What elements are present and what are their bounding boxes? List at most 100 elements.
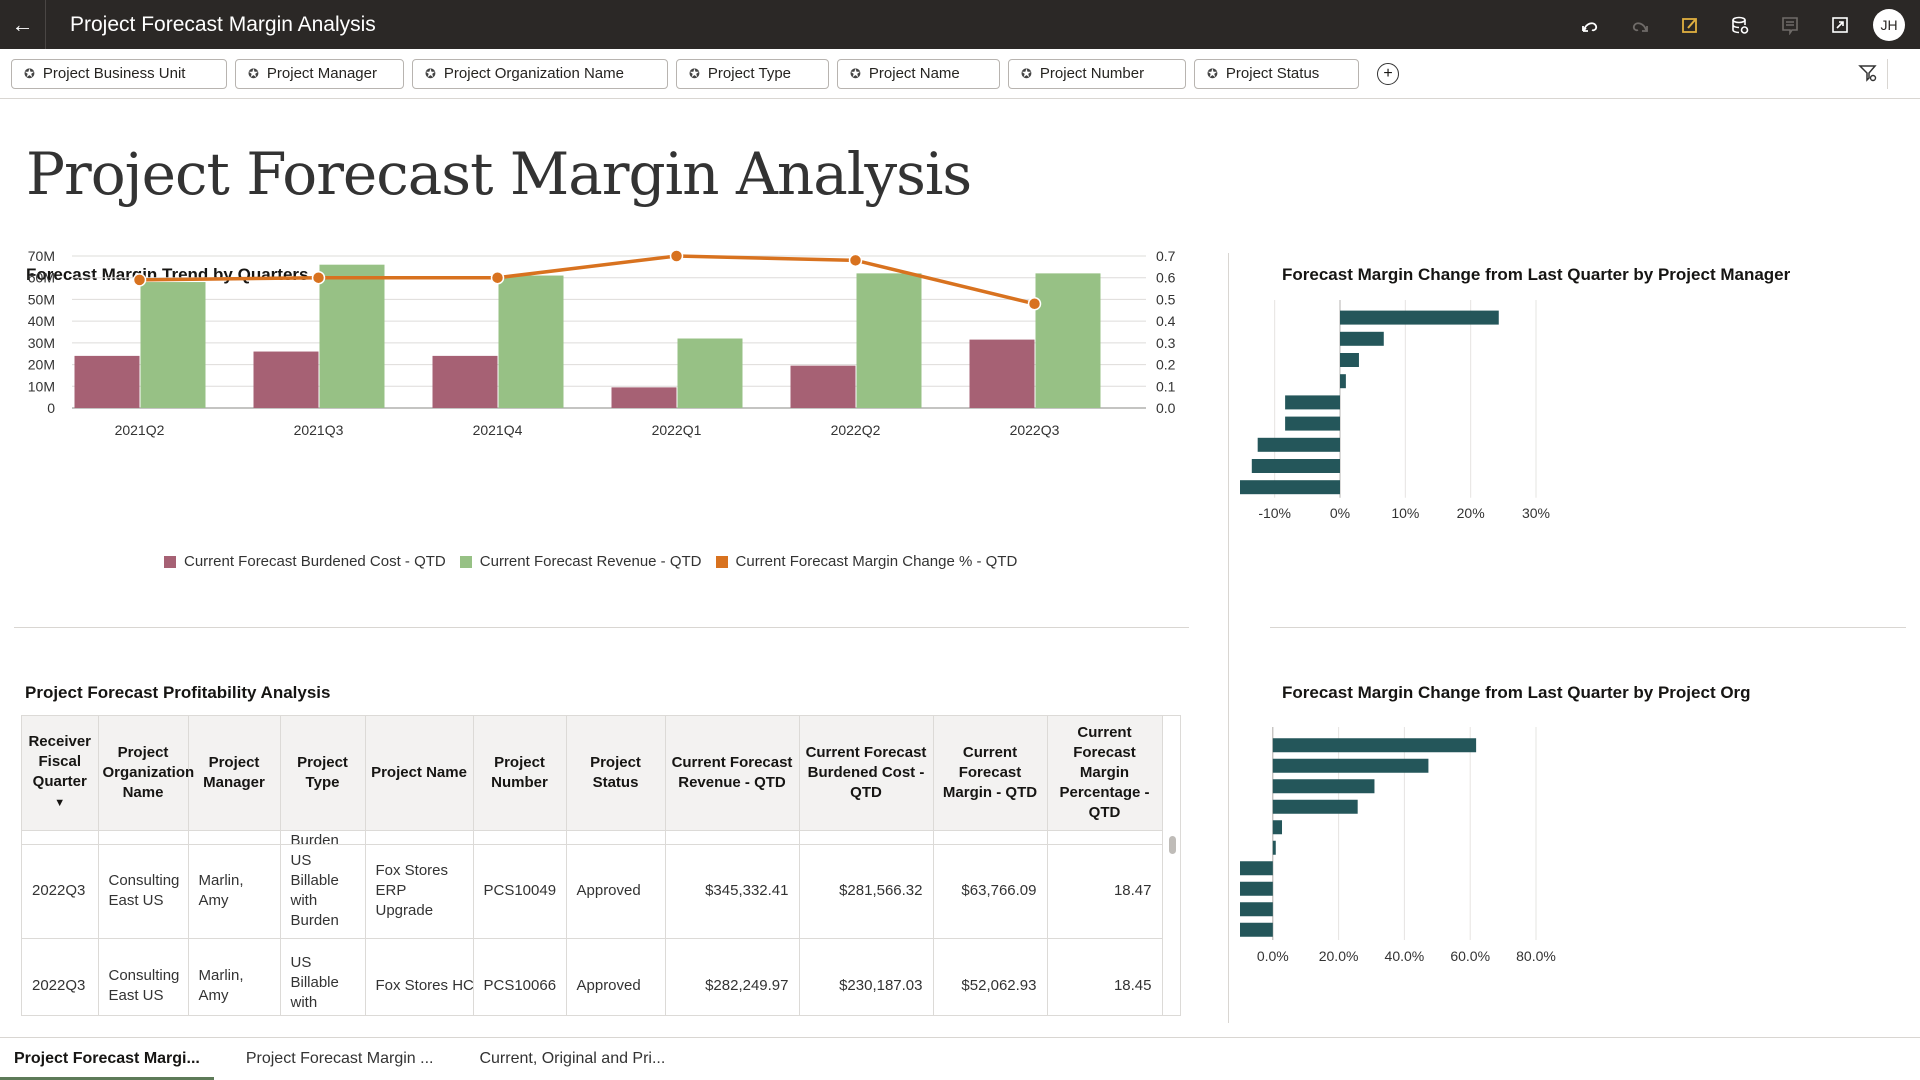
bar [1340, 331, 1384, 346]
column-header[interactable]: Current Forecast Revenue - QTD [665, 716, 800, 831]
pin-icon: ✪ [248, 65, 259, 81]
profitability-table: Receiver Fiscal Quarter ▼ Project Organi… [21, 715, 1181, 1016]
legend-item-margin[interactable]: Current Forecast Margin Change % - QTD [715, 553, 1017, 570]
edit-button[interactable] [1665, 0, 1715, 49]
bar-burdened-cost [790, 365, 856, 408]
app-header: ← Project Forecast Margin Analysis JH [0, 0, 1920, 49]
column-header[interactable]: Current Forecast Burdened Cost - QTD [799, 716, 934, 831]
column-header[interactable]: Project Manager [188, 716, 281, 831]
legend-item-revenue[interactable]: Current Forecast Revenue - QTD [459, 553, 702, 570]
x-tick-label: 30% [1522, 505, 1550, 521]
bar [1272, 799, 1358, 814]
bar-revenue [140, 282, 206, 408]
filter-icon [1858, 65, 1877, 82]
column-header[interactable]: Project Number [473, 716, 567, 831]
comments-button[interactable] [1765, 0, 1815, 49]
tab-3[interactable]: Current, Original and Pri... [465, 1038, 679, 1080]
filter-project-organization-name[interactable]: ✪ Project Organization Name [412, 58, 668, 89]
table-row[interactable]: 2022Q3 Consulting East US Marlin, Amy US… [22, 844, 1163, 939]
margin-change-point [1027, 297, 1042, 311]
export-icon [1832, 16, 1848, 33]
filter-project-name[interactable]: ✪ Project Name [837, 58, 1000, 89]
undo-button[interactable] [1565, 0, 1615, 49]
bar [1240, 902, 1273, 917]
filter-project-status[interactable]: ✪ Project Status [1194, 58, 1359, 89]
column-header[interactable]: Current Forecast Margin Percentage - QTD [1047, 716, 1163, 831]
redo-button[interactable] [1615, 0, 1665, 49]
tab-2[interactable]: Project Forecast Margin ... [232, 1038, 448, 1080]
column-header[interactable]: Current Forecast Margin - QTD [933, 716, 1048, 831]
column-header[interactable]: Receiver Fiscal Quarter ▼ [22, 716, 99, 831]
table-header-row: Receiver Fiscal Quarter ▼ Project Organi… [22, 716, 1163, 831]
legend-swatch-cost [164, 555, 176, 568]
filter-project-manager[interactable]: ✪ Project Manager [235, 58, 404, 89]
x-tick-label: 2021Q4 [473, 422, 523, 438]
x-tick-label: 20.0% [1319, 948, 1359, 964]
arrow-left-icon: ← [11, 11, 34, 37]
bar [1240, 480, 1340, 495]
x-tick-label: 60.0% [1450, 948, 1490, 964]
bar-burdened-cost [74, 355, 140, 408]
pin-icon: ✪ [850, 65, 861, 81]
y-right-tick-label: 0.2 [1156, 357, 1176, 373]
x-tick-label: 2022Q1 [652, 422, 702, 438]
add-filter-button[interactable]: + [1377, 62, 1399, 85]
divider [1887, 59, 1888, 89]
page-title: Project Forecast Margin Analysis [26, 140, 972, 208]
x-tick-label: 2022Q3 [1010, 422, 1060, 438]
x-tick-label: 0% [1330, 505, 1350, 521]
filter-project-number[interactable]: ✪ Project Number [1008, 58, 1186, 89]
bar-revenue [498, 275, 564, 408]
y-right-tick-label: 0.7 [1156, 248, 1176, 264]
sort-desc-icon[interactable]: ▼ [54, 797, 65, 809]
bar [1285, 395, 1340, 410]
y-left-tick-label: 60M [28, 270, 55, 286]
margin-change-point [132, 273, 147, 287]
filter-button[interactable] [1858, 63, 1878, 88]
column-header[interactable]: Project Type [280, 716, 366, 831]
column-divider [1228, 253, 1229, 1023]
bar [1340, 310, 1499, 325]
bar-burdened-cost [611, 387, 677, 408]
margin-change-point [311, 270, 326, 285]
legend-item-cost[interactable]: Current Forecast Burdened Cost - QTD [164, 553, 446, 570]
x-tick-label: 20% [1457, 505, 1485, 521]
canvas-tabs: Project Forecast Margi... Project Foreca… [0, 1037, 1920, 1080]
filter-project-business-unit[interactable]: ✪ Project Business Unit [11, 58, 227, 89]
user-avatar[interactable]: JH [1873, 8, 1905, 41]
table-row[interactable]: Burden [22, 830, 1163, 845]
x-tick-label: -10% [1258, 505, 1291, 521]
y-right-tick-label: 0.1 [1156, 378, 1176, 394]
pin-icon: ✪ [425, 65, 436, 81]
legend-swatch-margin [715, 555, 728, 568]
bar [1272, 779, 1375, 794]
y-left-tick-label: 30M [28, 335, 55, 351]
y-left-tick-label: 40M [28, 313, 55, 329]
x-tick-label: 2021Q2 [115, 422, 165, 438]
y-right-tick-label: 0.0 [1156, 400, 1176, 416]
table-row[interactable]: 2022Q3 Consulting East US Marlin, Amy US… [22, 938, 1163, 1015]
undo-icon [1582, 21, 1598, 32]
bar-revenue [677, 338, 743, 408]
column-header[interactable]: Project Name [365, 716, 474, 831]
column-header[interactable]: Project Status [566, 716, 666, 831]
filter-project-type[interactable]: ✪ Project Type [676, 58, 829, 89]
manager-chart-title: Forecast Margin Change from Last Quarter… [1282, 265, 1791, 284]
y-right-tick-label: 0.5 [1156, 291, 1176, 307]
data-button[interactable] [1715, 0, 1765, 49]
back-button[interactable]: ← [0, 0, 46, 49]
filter-bar: ✪ Project Business Unit ✪ Project Manager … [0, 49, 1920, 99]
scrollbar-thumb[interactable] [1169, 836, 1176, 854]
x-tick-label: 2021Q3 [294, 422, 344, 438]
tab-1[interactable]: Project Forecast Margi... [0, 1038, 214, 1080]
y-left-tick-label: 10M [28, 378, 55, 394]
pin-icon: ✪ [689, 65, 700, 81]
column-header[interactable]: Project Organization Name [98, 716, 194, 831]
trend-chart: 0 10M 20M 30M 40M 50M 60M 70M 0.0 0.1 0.2 0.3 0.4 0.5… [28, 248, 1176, 438]
y-left-tick-label: 20M [28, 357, 55, 373]
bar-burdened-cost [253, 351, 319, 408]
export-button[interactable] [1815, 0, 1865, 49]
table-scrollbar[interactable] [1162, 716, 1180, 1015]
x-tick-label: 2022Q2 [831, 422, 881, 438]
app-title: Project Forecast Margin Analysis [70, 12, 376, 36]
